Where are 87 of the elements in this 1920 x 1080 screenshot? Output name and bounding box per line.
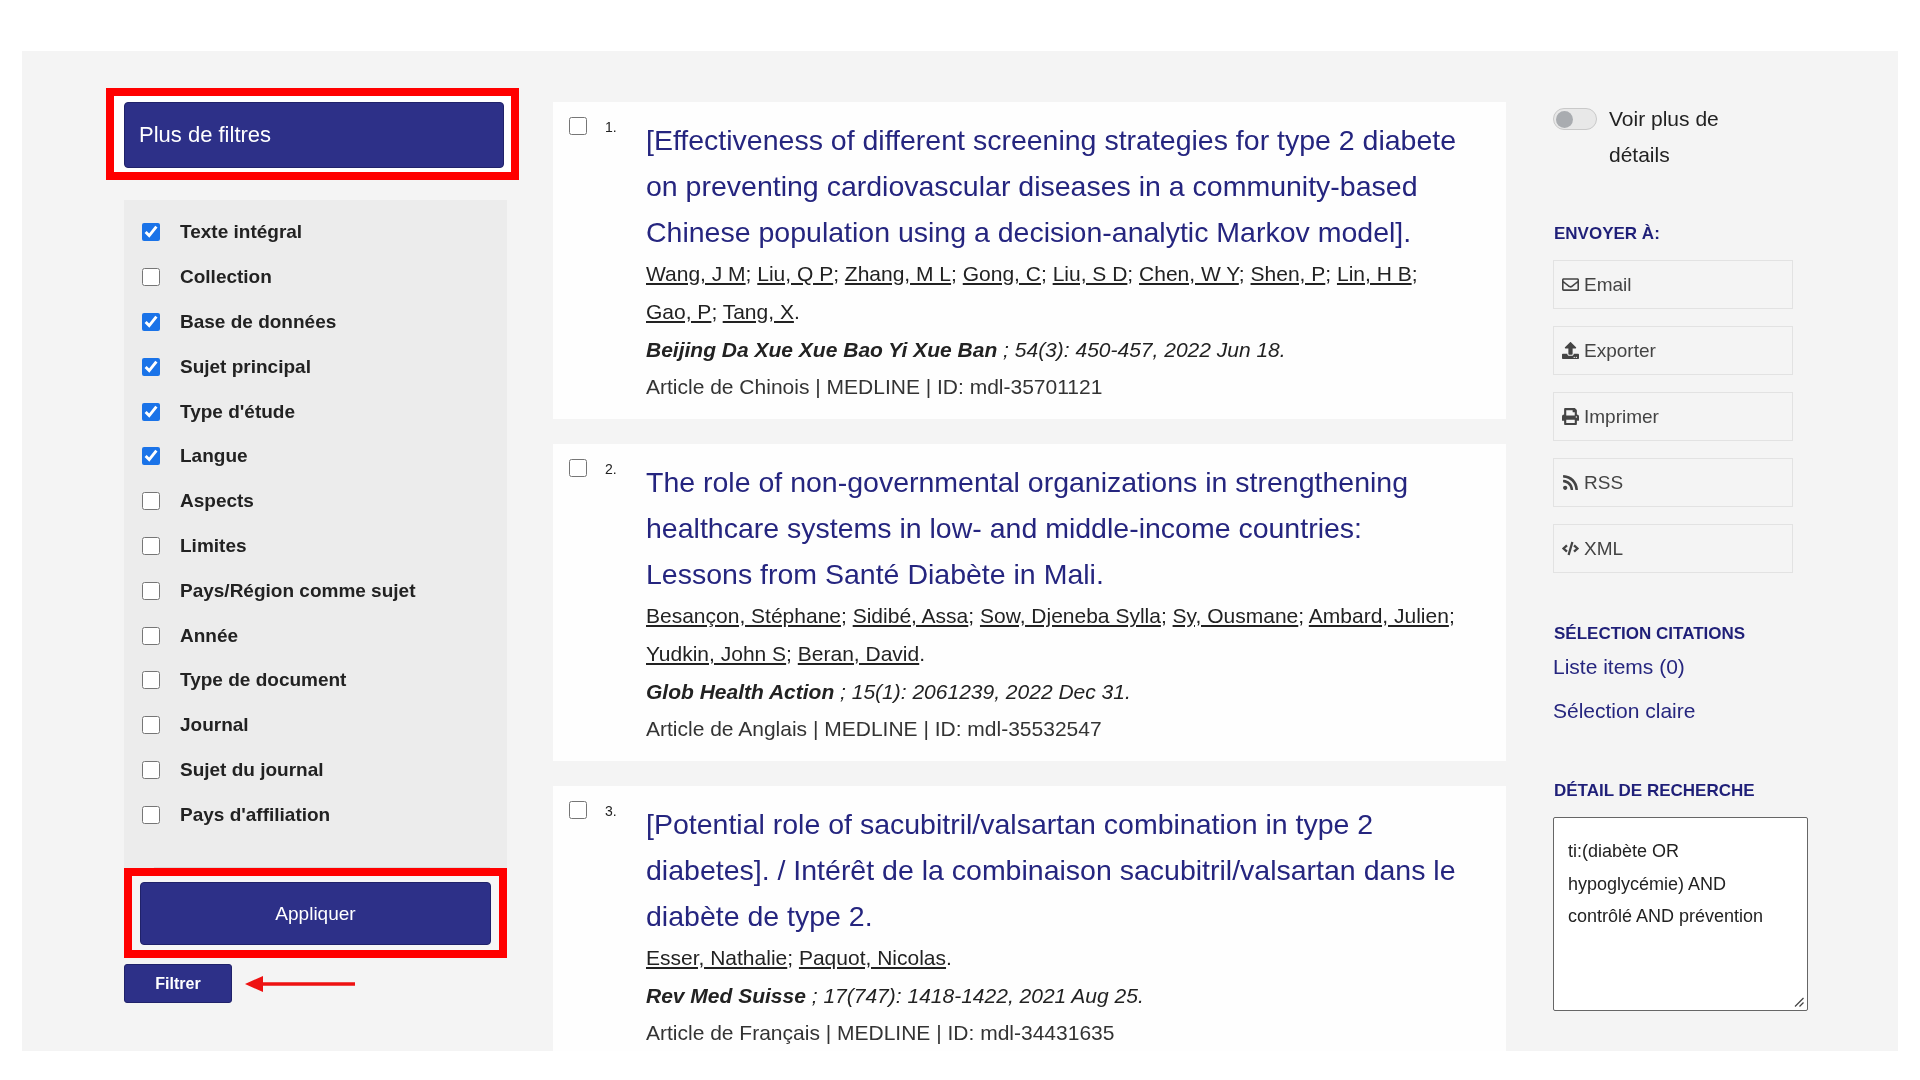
filter-checkbox[interactable] bbox=[142, 760, 160, 779]
envelope-icon bbox=[1562, 276, 1579, 293]
filter-label: Limites bbox=[180, 534, 247, 557]
result-number: 2. bbox=[605, 461, 618, 477]
filter-label: Aspects bbox=[180, 490, 254, 513]
filter-label: Année bbox=[180, 624, 239, 647]
filter-label: Type de document bbox=[180, 669, 347, 692]
filter-label: Pays/Région comme sujet bbox=[180, 579, 416, 602]
journal-citation: Rev Med Suisse ; 17(747): 1418-1422, 2021 Aug 25. bbox=[646, 983, 1145, 1009]
filter-checkbox[interactable] bbox=[142, 268, 160, 287]
filter-label: Texte intégral bbox=[180, 221, 303, 244]
filter-checkbox[interactable] bbox=[142, 357, 160, 376]
details-toggle[interactable] bbox=[1553, 108, 1597, 130]
filter-checkbox[interactable] bbox=[142, 805, 160, 824]
more-filters-button[interactable]: Plus de filtres bbox=[124, 102, 504, 168]
author-link[interactable]: Chen, W Y bbox=[1139, 262, 1239, 285]
citation-link[interactable]: Sélection claire bbox=[1553, 689, 1696, 733]
author-link[interactable]: Esser, Nathalie bbox=[646, 946, 788, 969]
author-link[interactable]: Paquot, Nicolas bbox=[798, 946, 947, 969]
upload-icon bbox=[1562, 342, 1579, 359]
filter-label: Collection bbox=[180, 266, 272, 289]
send-option-button[interactable]: RSS bbox=[1553, 458, 1793, 507]
send-option-button[interactable]: Imprimer bbox=[1553, 392, 1793, 441]
rss-icon bbox=[1562, 474, 1579, 491]
author-list: Esser, Nathalie; Paquot, Nicolas. bbox=[646, 939, 1468, 977]
filter-checkbox[interactable] bbox=[142, 671, 160, 690]
author-link[interactable]: Ambard, Julien bbox=[1308, 604, 1449, 627]
filter-label: Sujet du journal bbox=[180, 758, 324, 781]
filter-label: Pays d'affiliation bbox=[180, 803, 331, 826]
citation-link[interactable]: Liste items (0) bbox=[1553, 645, 1696, 689]
section-heading: DÉTAIL DE RECHERCHE bbox=[1554, 780, 1755, 802]
filter-label: Langue bbox=[180, 445, 248, 468]
filter-checkbox[interactable] bbox=[142, 581, 160, 600]
author-link[interactable]: Gong, C bbox=[962, 262, 1041, 285]
filter-checkbox[interactable] bbox=[142, 492, 160, 511]
filter-label: Type d'étude bbox=[180, 400, 295, 423]
author-link[interactable]: Wang, J M bbox=[646, 262, 746, 285]
author-link[interactable]: Liu, S D bbox=[1052, 262, 1128, 285]
author-link[interactable]: Sy, Ousmane bbox=[1172, 604, 1299, 627]
author-list: Besançon, Stéphane; Sidibé, Assa; Sow, Djeneba Sylla; Sy, Ousmane; Ambard, Julien; Yudkin, John S; Beran, David. bbox=[646, 597, 1468, 673]
filter-checkbox[interactable] bbox=[142, 626, 160, 645]
result-number: 1. bbox=[605, 119, 618, 135]
author-link[interactable]: Sidibé, Assa bbox=[852, 604, 969, 627]
journal-citation: Beijing Da Xue Xue Bao Yi Xue Ban ; 54(3): 450-457, 2022 Jun 18. bbox=[646, 337, 1287, 363]
author-link[interactable]: Beran, David bbox=[797, 642, 920, 665]
author-link[interactable]: Besançon, Stéphane bbox=[646, 604, 841, 627]
filter-checkbox[interactable] bbox=[142, 716, 160, 735]
filter-checkbox[interactable] bbox=[142, 536, 160, 555]
filter-checkbox[interactable] bbox=[142, 313, 160, 331]
author-link[interactable]: Gao, P bbox=[646, 300, 712, 323]
result-checkbox[interactable] bbox=[569, 459, 587, 477]
filter-checkbox[interactable] bbox=[142, 447, 160, 466]
journal-citation: Glob Health Action ; 15(1): 2061239, 2022 Dec 31. bbox=[646, 679, 1132, 705]
filter-label: Base de données bbox=[180, 311, 337, 333]
resize-grip-icon bbox=[1794, 997, 1804, 1007]
section-heading: SÉLECTION CITATIONS bbox=[1554, 623, 1746, 645]
result-checkbox[interactable] bbox=[569, 117, 587, 135]
code-icon bbox=[1562, 540, 1579, 557]
author-link[interactable]: Zhang, M L bbox=[844, 262, 952, 285]
result-meta: Article de Anglais | MEDLINE | ID: mdl-35532547 bbox=[646, 716, 1103, 742]
printer-icon bbox=[1562, 408, 1579, 425]
result-title-link[interactable]: [Potential role of sacubitril/valsartan combination in type 2 diabetes]. / Intérêt de la combinaison sacubitril/valsartan dans le diabète de type 2. bbox=[646, 801, 1468, 939]
filter-label: Journal bbox=[180, 714, 249, 737]
send-option-button[interactable]: Email bbox=[1553, 260, 1793, 309]
filter-checkbox[interactable] bbox=[142, 223, 160, 242]
send-option-button[interactable]: XML bbox=[1553, 524, 1793, 573]
result-number: 3. bbox=[605, 803, 618, 819]
filter-button[interactable]: Filtrer bbox=[124, 964, 232, 1004]
author-list: Wang, J M; Liu, Q P; Zhang, M L; Gong, C; Liu, S D; Chen, W Y; Shen, P; Lin, H B; Gao, P; Tang, X. bbox=[646, 255, 1468, 331]
result-meta: Article de Chinois | MEDLINE | ID: mdl-35701121 bbox=[646, 374, 1104, 400]
author-link[interactable]: Sow, Djeneba Sylla bbox=[979, 604, 1161, 627]
result-title-link[interactable]: [Effectiveness of different screening strategies for type 2 diabete on preventing cardiovascular diseases in a community-based Chinese population using a decision-analytic Markov model]. bbox=[646, 117, 1468, 255]
section-heading: ENVOYER À: bbox=[1554, 223, 1660, 245]
toggle-label: Voir plus de détails bbox=[1609, 106, 1720, 168]
apply-button[interactable]: Appliquer bbox=[140, 882, 491, 946]
author-link[interactable]: Yudkin, John S bbox=[646, 642, 787, 665]
filter-checkbox[interactable] bbox=[142, 402, 160, 421]
author-link[interactable]: Liu, Q P bbox=[757, 262, 834, 285]
filter-label: Sujet principal bbox=[180, 355, 311, 378]
author-link[interactable]: Shen, P bbox=[1250, 262, 1326, 285]
result-meta: Article de Français | MEDLINE | ID: mdl-34431635 bbox=[646, 1020, 1116, 1046]
author-link[interactable]: Lin, H B bbox=[1336, 262, 1412, 285]
query-field[interactable]: ti:(diabète OR hypoglycémie) AND contrôlé AND prévention bbox=[1553, 817, 1808, 1011]
result-title-link[interactable]: The role of non-governmental organizations in strengthening healthcare systems in low- and middle-income countries: Lessons from Santé Diabète in Mali. bbox=[646, 459, 1468, 597]
author-link[interactable]: Tang, X bbox=[722, 300, 794, 323]
result-checkbox[interactable] bbox=[569, 801, 587, 819]
send-option-button[interactable]: Exporter bbox=[1553, 326, 1793, 375]
